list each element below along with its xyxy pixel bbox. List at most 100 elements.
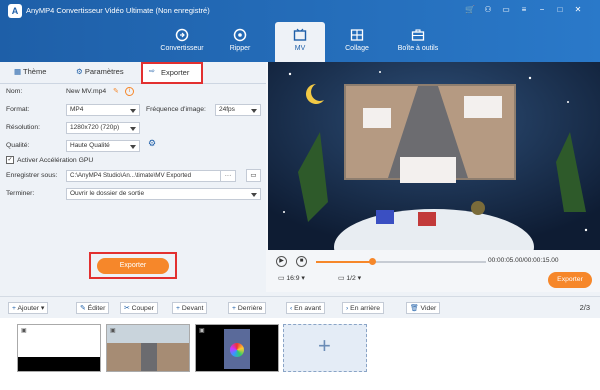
preview-panel: ▶ ■ 00:00:05.00/00:00:15.00 ▭ 16:9 ▾ ▭ 1… (266, 62, 600, 292)
title-bar: A AnyMP4 Convertisseur Vidéo Ultimate (N… (0, 0, 600, 62)
chevron-left-icon: ‹ (290, 305, 293, 312)
video-preview (268, 62, 600, 250)
edit-icon: ✎ (80, 305, 86, 312)
fps-value: 24fps (219, 106, 235, 113)
quality-value: Haute Qualité (70, 142, 110, 149)
tab-converter[interactable]: Convertisseur (156, 22, 208, 62)
quality-label: Qualité: (6, 142, 30, 149)
resolution-select[interactable]: 1280x720 (720p) (66, 122, 140, 134)
menu-icon[interactable]: ≡ (518, 4, 530, 16)
image-icon: ▣ (110, 328, 116, 334)
collage-icon (350, 29, 364, 41)
quality-select[interactable]: Haute Qualité (66, 140, 140, 152)
edit-button[interactable]: ✎ Éditer (76, 302, 110, 314)
tab-mv-label: MV (294, 45, 306, 52)
fps-label: Fréquence d'image: (146, 106, 206, 113)
toolbox-icon (411, 29, 425, 41)
edit-name-icon[interactable]: ✎ (113, 87, 119, 95)
tab-mv[interactable]: MV (275, 22, 325, 62)
disc-icon (233, 28, 247, 42)
chevron-down-icon (130, 145, 136, 149)
minimize-icon[interactable]: − (536, 4, 548, 16)
seek-bar[interactable] (316, 258, 486, 265)
format-label: Format: (6, 106, 30, 113)
resolution-label: Résolution: (6, 124, 41, 131)
save-label: Enregistrer sous: (6, 172, 58, 179)
add-button[interactable]: + Ajouter ▾ (8, 302, 49, 314)
tab-ripper[interactable]: Ripper (218, 22, 262, 62)
play-icon[interactable]: ▶ (276, 256, 287, 267)
image-icon: ▣ (199, 328, 205, 334)
tab-converter-label: Convertisseur (160, 45, 204, 52)
close-icon[interactable]: ✕ (572, 4, 584, 16)
gpu-label: Activer Accélération GPU (17, 157, 94, 164)
preview-export-button[interactable]: Exporter (548, 272, 592, 288)
resolution-value: 1280x720 (720p) (70, 124, 120, 131)
tab-theme-label: Thème (23, 67, 47, 76)
add-clip-button[interactable]: + (283, 324, 367, 372)
forward-label: En avant (294, 305, 321, 312)
timeline-toolbar: + Ajouter ▾ ✎ Éditer ✂ Couper + Devant +… (0, 296, 600, 318)
cut-button[interactable]: ✂ Couper (120, 302, 158, 314)
folder-icon: ▭ (250, 172, 257, 179)
format-select[interactable]: MP4 (66, 104, 140, 116)
fps-select[interactable]: 24fps (215, 104, 261, 116)
name-value: New MV.mp4 (66, 88, 107, 95)
tab-collage[interactable]: Collage (336, 22, 378, 62)
front-button[interactable]: + Devant (172, 302, 208, 314)
chevron-down-icon (251, 109, 257, 113)
end-action-value: Ouvrir le dossier de sortie (70, 190, 145, 197)
clear-label: Vider (420, 305, 437, 312)
gpu-checkbox[interactable]: ✓ (6, 156, 14, 164)
plus-icon: + (12, 305, 16, 312)
info-icon[interactable]: i (125, 87, 134, 96)
user-icon[interactable]: ⚇ (482, 4, 494, 16)
export-button[interactable]: Exporter (97, 258, 169, 274)
page-select[interactable]: ▭ 1/2 ▾ (338, 274, 361, 282)
format-value: MP4 (70, 106, 84, 113)
cart-icon[interactable]: 🛒 (464, 4, 476, 16)
seek-handle[interactable] (369, 258, 377, 265)
tab-theme[interactable]: ▦ Thème (14, 67, 46, 76)
app-logo-icon: A (8, 4, 22, 18)
clip-thumbnail[interactable]: ▣ (195, 324, 279, 372)
chat-icon[interactable]: ▭ (500, 4, 512, 16)
plus-icon: + (176, 305, 180, 312)
back-button[interactable]: + Derrière (228, 302, 267, 314)
stop-icon[interactable]: ■ (296, 256, 307, 267)
clip-thumbnail[interactable]: ▣ (17, 324, 101, 372)
backward-button[interactable]: › En arrière (342, 302, 384, 314)
backward-label: En arrière (350, 305, 380, 312)
quality-settings-gear-icon[interactable]: ⚙ (148, 138, 156, 149)
maximize-icon[interactable]: □ (554, 4, 566, 16)
add-label: Ajouter (17, 305, 40, 312)
chevron-down-icon (130, 127, 136, 131)
forward-button[interactable]: ‹ En avant (286, 302, 325, 314)
front-label: Devant (181, 305, 204, 312)
back-label: Derrière (237, 305, 263, 312)
screen-icon: ▭ (278, 275, 285, 282)
tab-export[interactable]: ⇨ Exporter (141, 62, 203, 84)
aspect-ratio-select[interactable]: ▭ 16:9 ▾ (278, 274, 305, 282)
tab-params[interactable]: ⚙ Paramètres (76, 67, 124, 76)
tab-toolbox-label: Boîte à outils (397, 45, 439, 52)
open-folder-button[interactable]: ▭ (246, 169, 261, 182)
chevron-right-icon: › (346, 305, 349, 312)
end-action-select[interactable]: Ouvrir le dossier de sortie (66, 188, 261, 200)
export-button-highlight: Exporter (89, 252, 177, 279)
browse-button[interactable]: ··· (220, 170, 236, 182)
monitor-icon: ▭ (338, 275, 345, 282)
seek-progress (316, 261, 373, 263)
clear-button[interactable]: 🗑 Vider (406, 302, 441, 314)
save-path-field[interactable]: C:\AnyMP4 Studio\An...\timate\MV Exporte… (66, 170, 222, 182)
mv-icon (293, 28, 307, 41)
clip-thumbnail[interactable]: ▣ (106, 324, 190, 372)
tab-toolbox[interactable]: Boîte à outils (390, 22, 446, 62)
plus-icon: + (232, 305, 236, 312)
chevron-down-icon (251, 193, 257, 197)
export-icon: ⇨ (149, 68, 155, 75)
convert-icon (175, 28, 189, 42)
tab-collage-label: Collage (345, 45, 369, 52)
preview-scene (268, 62, 600, 250)
palette-icon: ▦ (14, 67, 22, 76)
